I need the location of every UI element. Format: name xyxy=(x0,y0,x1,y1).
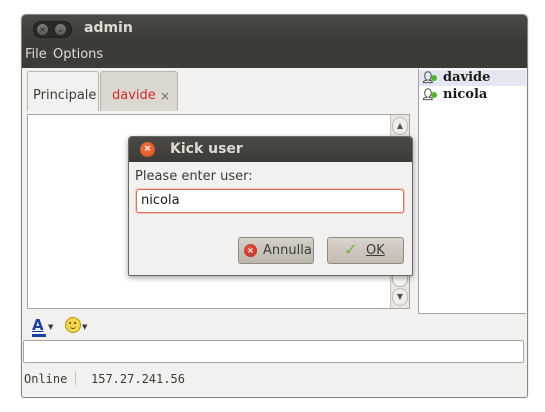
font-color-icon: A xyxy=(32,316,44,334)
user-list-item[interactable]: 👤︎ davide xyxy=(419,70,526,86)
window-controls: × ⌄ xyxy=(33,21,72,38)
tab-davide[interactable]: davide × xyxy=(100,71,178,111)
scroll-up-arrow-icon[interactable]: ▲ xyxy=(392,117,408,135)
menu-file[interactable]: File xyxy=(25,47,47,62)
ok-button[interactable]: ✓ OK xyxy=(327,237,404,264)
tab-label: Principale xyxy=(33,88,97,103)
title-bar[interactable]: × ⌄ admin xyxy=(22,15,527,42)
window-close-button[interactable]: × xyxy=(37,24,48,35)
checkmark-icon: ✓ xyxy=(344,240,358,259)
online-status-icon xyxy=(431,92,437,98)
online-status-icon xyxy=(431,75,437,81)
cancel-button[interactable]: × Annulla xyxy=(238,237,314,264)
cancel-label: Annulla xyxy=(263,243,312,258)
user-name: davide xyxy=(443,70,491,85)
font-color-swatch xyxy=(32,334,46,337)
window-title: admin xyxy=(84,20,133,36)
tab-bar: Principale davide × xyxy=(27,71,413,111)
format-toolbar: A ▼ ▼ xyxy=(27,315,147,337)
ip-address: 157.27.241.56 xyxy=(91,372,185,386)
emoticon-button[interactable]: ▼ xyxy=(65,317,89,337)
window-minimize-button[interactable]: ⌄ xyxy=(55,24,66,35)
user-list-item[interactable]: 👤︎ nicola xyxy=(419,87,526,103)
chevron-down-icon: ▼ xyxy=(82,323,88,331)
user-list: 👤︎ davide 👤︎ nicola xyxy=(418,69,526,314)
user-input[interactable]: nicola xyxy=(136,189,404,213)
menu-bar: File Options xyxy=(22,42,527,68)
kick-user-dialog: × Kick user Please enter user: nicola × … xyxy=(128,136,413,276)
chevron-down-icon: ▼ xyxy=(48,323,54,331)
message-input[interactable] xyxy=(23,340,524,363)
tab-label: davide xyxy=(112,88,156,103)
status-divider xyxy=(75,371,76,385)
ok-label: OK xyxy=(366,243,385,258)
smiley-icon xyxy=(65,317,81,333)
user-name: nicola xyxy=(443,87,488,102)
menu-options[interactable]: Options xyxy=(53,47,103,62)
tab-principale[interactable]: Principale xyxy=(27,71,99,111)
dialog-prompt: Please enter user: xyxy=(135,169,253,184)
scroll-down-arrow-icon[interactable]: ▼ xyxy=(392,288,408,306)
dialog-title-bar[interactable]: × Kick user xyxy=(129,137,412,162)
dialog-title: Kick user xyxy=(170,141,243,157)
cancel-icon: × xyxy=(244,244,257,257)
tab-close-icon[interactable]: × xyxy=(160,89,170,103)
connection-status: Online xyxy=(24,372,68,386)
dialog-close-icon[interactable]: × xyxy=(140,142,155,157)
font-color-button[interactable]: A ▼ xyxy=(30,316,54,337)
